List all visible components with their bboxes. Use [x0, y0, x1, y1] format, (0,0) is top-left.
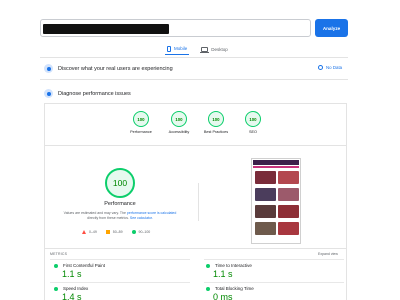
no-data-status[interactable]: No Data	[318, 65, 342, 70]
legend-fail: 0–49	[82, 230, 97, 234]
metric-divider	[204, 282, 344, 283]
gauge-accessibility[interactable]: 100	[171, 111, 187, 127]
metric-speed-index-value: 1.4 s	[62, 292, 82, 300]
no-data-label: No Data	[326, 65, 343, 70]
lab-icon	[44, 89, 53, 98]
vertical-divider	[198, 183, 199, 221]
metric-tbt-value: 0 ms	[213, 292, 233, 300]
metric-divider	[204, 259, 344, 260]
diagnose-section: Diagnose performance issues	[44, 89, 131, 98]
gauge-best-practices-label: Best Practices	[203, 130, 229, 134]
triangle-icon	[82, 230, 86, 234]
gauge-seo[interactable]: 100	[245, 111, 261, 127]
metric-speed-index: Speed Index	[54, 286, 88, 291]
performance-gauge: 100	[105, 168, 135, 198]
metric-fcp-label: First Contentful Paint	[63, 263, 106, 268]
pass-circle-icon	[206, 263, 210, 268]
redacted-url	[43, 24, 169, 34]
legend-average: 50–89	[105, 230, 123, 234]
thumb-tile	[278, 171, 299, 184]
divider	[40, 57, 348, 58]
metric-fcp-value: 1.1 s	[62, 269, 82, 279]
gauge-performance[interactable]: 100	[133, 111, 149, 127]
metric-tti: Time to Interactive	[206, 263, 252, 268]
analyze-button[interactable]: Analyze	[315, 19, 348, 37]
desktop-icon	[200, 46, 210, 53]
pass-circle-icon	[206, 286, 210, 291]
thumb-header	[253, 160, 299, 165]
tab-desktop-label: Desktop	[211, 46, 228, 52]
gauge-performance-label: Performance	[130, 130, 152, 134]
legend-average-label: 50–89	[112, 230, 123, 234]
gauge-best-practices[interactable]: 100	[208, 111, 224, 127]
performance-title: Performance	[104, 201, 136, 207]
expand-view-toggle[interactable]: Expand view	[318, 252, 338, 256]
score-legend: 0–49 50–89 90–100	[82, 230, 150, 234]
tab-mobile[interactable]: Mobile	[165, 43, 190, 55]
metric-fcp: First Contentful Paint	[54, 263, 105, 268]
pass-circle-icon	[54, 263, 58, 268]
circle-icon	[131, 230, 136, 234]
square-icon	[105, 230, 110, 234]
performance-description: Values are estimated and may vary. The p…	[58, 211, 182, 221]
legend-fail-label: 0–49	[89, 230, 97, 234]
metric-tbt: Total Blocking Time	[206, 286, 254, 291]
metrics-header: METRICS	[50, 252, 68, 256]
gauge-accessibility-label: Accessibility	[168, 130, 190, 134]
metric-tti-label: Time to Interactive	[215, 263, 252, 268]
metric-tbt-label: Total Blocking Time	[215, 286, 254, 291]
metric-tti-value: 1.1 s	[213, 269, 233, 279]
device-tabs: Mobile Desktop	[165, 43, 230, 55]
diagnose-heading: Diagnose performance issues	[58, 90, 131, 97]
thumb-tile	[278, 205, 299, 218]
field-data-section: Discover what your real users are experi…	[44, 64, 173, 73]
desc-text-1: Values are estimated and may vary. The	[63, 211, 126, 215]
tab-desktop[interactable]: Desktop	[199, 43, 230, 55]
metric-divider	[50, 282, 190, 283]
tab-mobile-label: Mobile	[174, 46, 188, 51]
metric-speed-index-label: Speed Index	[63, 286, 89, 291]
users-icon	[44, 64, 53, 73]
url-input-wrapper[interactable]	[40, 19, 311, 37]
legend-pass: 90–100	[131, 230, 151, 234]
thumb-tile	[278, 222, 299, 235]
divider	[40, 79, 348, 80]
thumb-nav-strip	[253, 166, 299, 168]
divider	[45, 145, 346, 146]
info-icon	[318, 65, 323, 70]
desc-text-2: directly from these metrics.	[87, 216, 129, 220]
metric-divider	[50, 259, 190, 260]
gauge-seo-label: SEO	[248, 130, 258, 134]
mobile-icon	[167, 45, 171, 52]
page-screenshot	[251, 158, 301, 244]
legend-pass-label: 90–100	[138, 230, 151, 234]
url-input[interactable]	[173, 21, 307, 35]
thumb-tile	[255, 171, 276, 184]
thumb-tile	[255, 188, 276, 201]
score-calc-link[interactable]: performance score is calculated	[127, 211, 176, 215]
divider	[45, 248, 346, 249]
thumb-tile	[255, 222, 276, 235]
field-data-heading: Discover what your real users are experi…	[58, 65, 173, 72]
thumb-tile	[278, 188, 299, 201]
pass-circle-icon	[54, 286, 58, 291]
thumb-tile	[255, 205, 276, 218]
see-calculator-link[interactable]: See calculator.	[130, 216, 153, 220]
